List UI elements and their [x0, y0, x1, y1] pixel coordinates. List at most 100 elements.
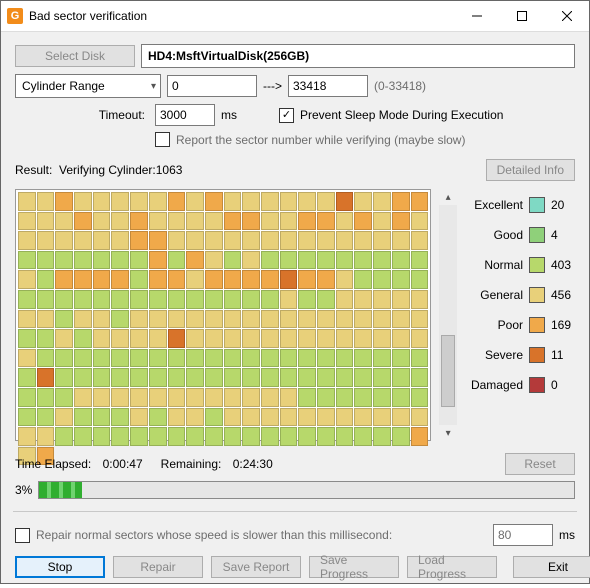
- sector-cell: [186, 329, 204, 348]
- sector-cell: [392, 388, 410, 407]
- sector-cell: [242, 368, 260, 387]
- legend-name: General: [465, 288, 523, 302]
- sector-cell: [168, 408, 186, 427]
- range-type-label: Cylinder Range: [22, 79, 105, 93]
- report-sector-checkbox[interactable]: [155, 132, 170, 147]
- sector-cell: [55, 212, 73, 231]
- sector-cell: [149, 329, 167, 348]
- sector-cell: [336, 192, 354, 211]
- sector-cell: [74, 427, 92, 446]
- sector-cell: [373, 388, 391, 407]
- reset-button[interactable]: Reset: [505, 453, 575, 475]
- sector-cell: [354, 427, 372, 446]
- timeout-input[interactable]: 3000: [155, 104, 215, 126]
- sector-cell: [298, 270, 316, 289]
- sector-cell: [130, 388, 148, 407]
- sector-cell: [130, 427, 148, 446]
- sector-cell: [186, 192, 204, 211]
- sector-cell: [411, 231, 429, 250]
- sector-cell: [242, 427, 260, 446]
- sector-cell: [18, 212, 36, 231]
- sector-cell: [111, 251, 129, 270]
- legend-count: 20: [551, 198, 575, 212]
- sector-cell: [354, 192, 372, 211]
- sector-cell: [168, 212, 186, 231]
- timeout-label: Timeout:: [15, 108, 149, 122]
- sector-cell: [336, 329, 354, 348]
- sector-cell: [74, 310, 92, 329]
- sector-cell: [205, 231, 223, 250]
- repair-slow-checkbox[interactable]: [15, 528, 30, 543]
- sector-cell: [224, 349, 242, 368]
- range-to-input[interactable]: 33418: [288, 75, 368, 97]
- sector-cell: [354, 251, 372, 270]
- elapsed-label: Time Elapsed:: [15, 457, 91, 471]
- sector-cell: [317, 212, 335, 231]
- sector-cell: [242, 231, 260, 250]
- sector-cell: [373, 231, 391, 250]
- sector-cell: [354, 270, 372, 289]
- sector-cell: [392, 290, 410, 309]
- load-progress-button[interactable]: Load Progress: [407, 556, 497, 578]
- sector-cell: [186, 388, 204, 407]
- titlebar: G Bad sector verification: [1, 1, 589, 32]
- sector-cell: [317, 388, 335, 407]
- sector-cell: [168, 388, 186, 407]
- sector-cell: [149, 290, 167, 309]
- sector-cell: [373, 427, 391, 446]
- sector-cell: [411, 368, 429, 387]
- sector-cell: [149, 368, 167, 387]
- sector-cell: [242, 310, 260, 329]
- sector-cell: [336, 408, 354, 427]
- legend-count: 11: [551, 348, 575, 362]
- sector-cell: [55, 408, 73, 427]
- legend-row: Poor169: [465, 317, 575, 333]
- scroll-up-icon[interactable]: ▴: [439, 189, 457, 205]
- exit-button[interactable]: Exit: [513, 556, 590, 578]
- sector-cell: [130, 290, 148, 309]
- prevent-sleep-label: Prevent Sleep Mode During Execution: [300, 108, 503, 122]
- sector-cell: [55, 427, 73, 446]
- sector-cell: [74, 368, 92, 387]
- map-scrollbar[interactable]: ▴ ▾: [439, 189, 457, 441]
- sector-cell: [242, 388, 260, 407]
- prevent-sleep-checkbox[interactable]: [279, 108, 294, 123]
- select-disk-button[interactable]: Select Disk: [15, 45, 135, 67]
- sector-cell: [186, 349, 204, 368]
- sector-cell: [280, 408, 298, 427]
- save-report-button[interactable]: Save Report: [211, 556, 301, 578]
- sector-cell: [354, 388, 372, 407]
- detailed-info-button[interactable]: Detailed Info: [486, 159, 575, 181]
- sector-cell: [205, 427, 223, 446]
- sector-cell: [93, 231, 111, 250]
- maximize-button[interactable]: [499, 1, 544, 31]
- range-from-input[interactable]: 0: [167, 75, 257, 97]
- legend-name: Damaged: [465, 378, 523, 392]
- sector-cell: [149, 349, 167, 368]
- repair-slow-ms-input[interactable]: 80: [493, 524, 553, 546]
- sector-cell: [93, 427, 111, 446]
- sector-cell: [205, 310, 223, 329]
- sector-cell: [205, 212, 223, 231]
- sector-cell: [373, 192, 391, 211]
- sector-cell: [37, 270, 55, 289]
- sector-cell: [111, 270, 129, 289]
- legend-row: Normal403: [465, 257, 575, 273]
- sector-cell: [373, 270, 391, 289]
- save-progress-button[interactable]: Save Progress: [309, 556, 399, 578]
- sector-cell: [224, 251, 242, 270]
- repair-button[interactable]: Repair: [113, 556, 203, 578]
- scroll-down-icon[interactable]: ▾: [439, 425, 457, 441]
- sector-cell: [111, 192, 129, 211]
- scrollbar-thumb[interactable]: [441, 335, 455, 407]
- range-type-select[interactable]: Cylinder Range ▾: [15, 74, 161, 98]
- sector-cell: [111, 349, 129, 368]
- sector-cell: [224, 212, 242, 231]
- stop-button[interactable]: Stop: [15, 556, 105, 578]
- timeout-unit: ms: [221, 108, 237, 122]
- minimize-button[interactable]: [454, 1, 499, 31]
- sector-cell: [373, 349, 391, 368]
- close-button[interactable]: [544, 1, 589, 31]
- sector-cell: [298, 388, 316, 407]
- legend-count: 403: [551, 258, 575, 272]
